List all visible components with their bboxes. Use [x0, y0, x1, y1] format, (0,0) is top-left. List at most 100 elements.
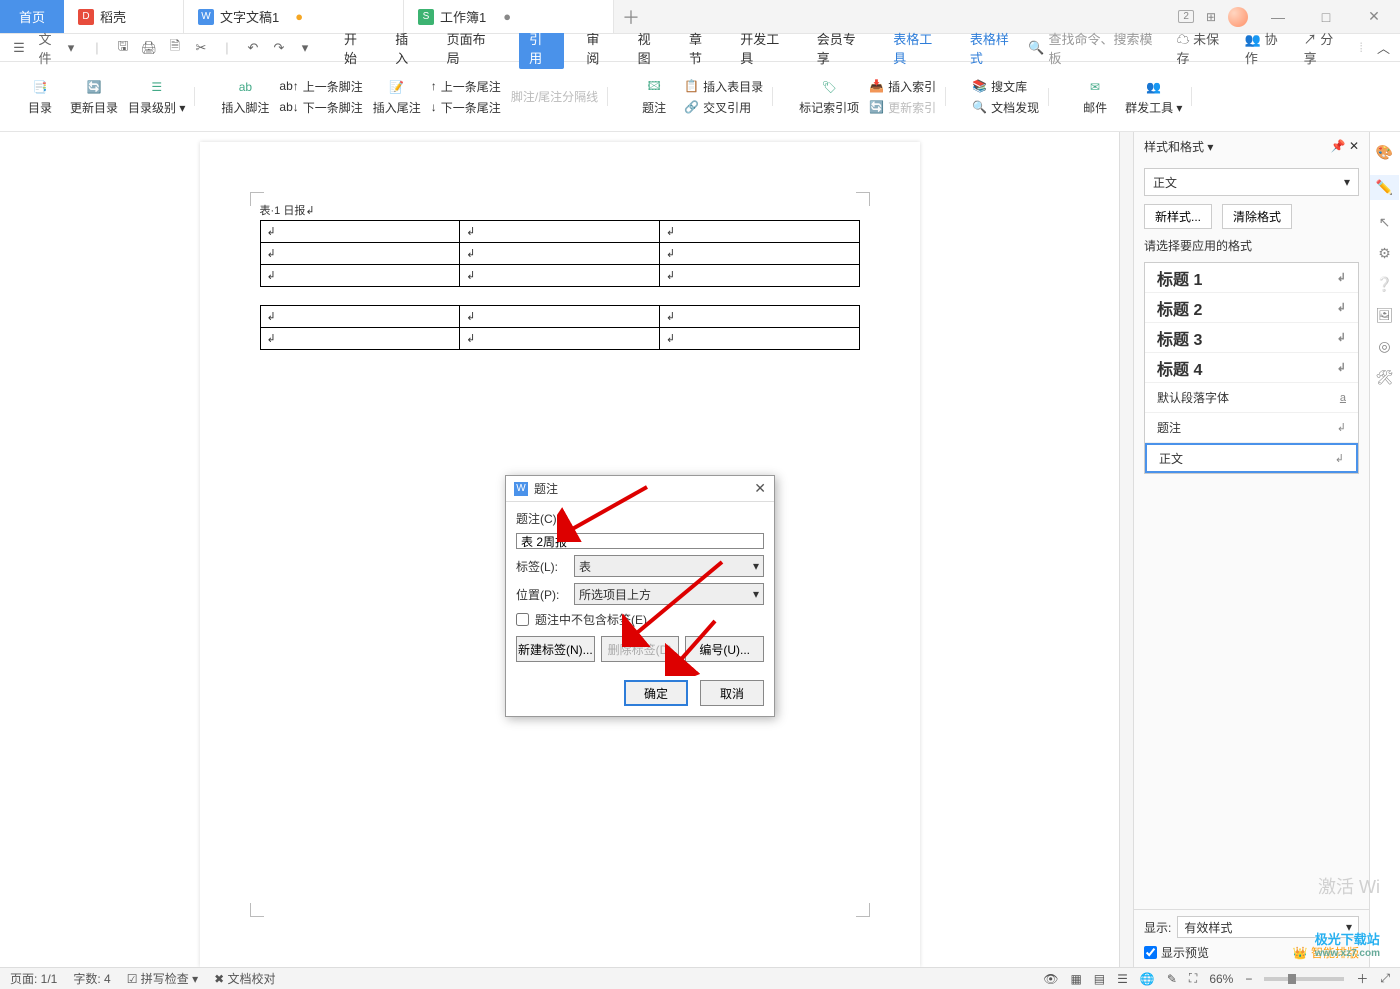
style-heading4[interactable]: 标题 4↲ [1145, 353, 1358, 383]
new-style-button[interactable]: 新样式... [1144, 204, 1212, 229]
close-button[interactable]: ✕ [1356, 8, 1392, 25]
tab-doc1[interactable]: W 文字文稿1 ● [184, 0, 404, 33]
fn-separator-button[interactable]: 脚注/尾注分隔线 [511, 88, 598, 105]
table1[interactable]: ↲↲↲ ↲↲↲ ↲↲↲ [260, 220, 860, 287]
paint-icon[interactable]: 🎨 [1376, 144, 1393, 161]
tag-select[interactable]: 表▾ [574, 555, 764, 577]
zoom-in-button[interactable]: ＋ [1356, 970, 1368, 987]
style-default-font[interactable]: 默认段落字体a [1145, 383, 1358, 413]
menu-icon[interactable]: ☰ [10, 40, 28, 56]
image-icon[interactable]: 🖼 [1376, 307, 1394, 324]
crossref-button[interactable]: 🔗交叉引用 [684, 99, 763, 116]
zoom-out-button[interactable]: − [1245, 972, 1252, 986]
doc-discover-button[interactable]: 🔍文档发现 [972, 99, 1039, 116]
exclude-label-checkbox[interactable]: 题注中不包含标签(E) [516, 611, 764, 628]
grid-icon[interactable]: ⊞ [1206, 10, 1216, 24]
cancel-button[interactable]: 取消 [700, 680, 764, 706]
save-icon[interactable]: 🖫 [114, 37, 132, 59]
prev-endnote-button[interactable]: ↑上一条尾注 [431, 78, 501, 95]
tab-doc2[interactable]: S 工作簿1 ● [404, 0, 614, 33]
eye-icon[interactable]: 👁 [1043, 972, 1058, 986]
caption-button[interactable]: 🖾题注 [634, 77, 674, 116]
menu-dev[interactable]: 开发工具 [736, 27, 795, 69]
cursor-icon[interactable]: ↖ [1379, 214, 1391, 231]
insert-table-toc-button[interactable]: 📋插入表目录 [684, 78, 763, 95]
current-style-select[interactable]: 正文▾ [1144, 168, 1359, 196]
zoom-fit-icon[interactable]: ⛶ [1189, 971, 1197, 986]
search-library-button[interactable]: 📚搜文库 [972, 78, 1039, 95]
mark-index-button[interactable]: 🏷标记索引项 [799, 77, 859, 116]
style-heading3[interactable]: 标题 3↲ [1145, 323, 1358, 353]
undo-icon[interactable]: ↶ [244, 40, 262, 56]
group-send-button[interactable]: 👥群发工具 ▾ [1125, 77, 1182, 116]
command-search[interactable]: 🔍 查找命令、搜索模板 [1028, 29, 1162, 67]
caption-input[interactable] [516, 533, 764, 549]
clear-format-button[interactable]: 清除格式 [1222, 204, 1292, 229]
menu-view[interactable]: 视图 [634, 27, 667, 69]
pencil-icon[interactable]: ✏️ [1370, 175, 1399, 200]
proofread-button[interactable]: ✖ 文档校对 [214, 970, 275, 987]
insert-endnote-button[interactable]: 📝插入尾注 [373, 77, 421, 116]
preview-icon[interactable]: 🗎 [166, 37, 184, 59]
unsaved-indicator[interactable]: ☁ 未保存 [1176, 29, 1230, 67]
menu-chapter[interactable]: 章节 [685, 27, 718, 69]
style-heading1[interactable]: 标题 1↲ [1145, 263, 1358, 293]
position-select[interactable]: 所选项目上方▾ [574, 583, 764, 605]
spellcheck-toggle[interactable]: ☑ 拼写检查 ▾ [127, 970, 198, 987]
menu-vip[interactable]: 会员专享 [813, 27, 872, 69]
collab-button[interactable]: 👥 协作 [1245, 29, 1290, 67]
view-mode-page-icon[interactable]: ▦ [1070, 972, 1081, 986]
dialog-titlebar[interactable]: W 题注 ✕ [506, 476, 774, 502]
vertical-scrollbar[interactable] [1119, 132, 1133, 967]
toc-level-button[interactable]: ☰目录级别 ▾ [128, 77, 185, 116]
file-dropdown-icon[interactable]: ▾ [62, 40, 80, 56]
profile-avatar[interactable] [1228, 7, 1248, 27]
zoom-value[interactable]: 66% [1209, 972, 1233, 986]
view-mode-read-icon[interactable]: ▤ [1094, 972, 1105, 986]
prev-footnote-button[interactable]: ab↑上一条脚注 [279, 78, 362, 95]
panel-close-icon[interactable]: ✕ [1349, 139, 1359, 153]
page-status[interactable]: 页面: 1/1 [10, 970, 57, 987]
tab-daoqiao[interactable]: D 稻壳 [64, 0, 184, 33]
new-tag-button[interactable]: 新建标签(N)... [516, 636, 595, 662]
document-area[interactable]: 表·1 日报↲ ↲↲↲ ↲↲↲ ↲↲↲ ↲↲↲ ↲↲↲ W 题注 ✕ 题注(C)… [0, 132, 1119, 967]
redo-icon[interactable]: ↷ [270, 40, 288, 56]
edit-mode-icon[interactable]: ✎ [1167, 972, 1177, 986]
next-footnote-button[interactable]: ab↓下一条脚注 [279, 99, 362, 116]
tab-close-icon[interactable]: ● [500, 9, 514, 24]
view-mode-web-icon[interactable]: 🌐 [1140, 972, 1155, 986]
ribbon-collapse-icon[interactable]: ︿ [1377, 38, 1390, 57]
styles-panel-title[interactable]: 样式和格式 ▾ [1144, 138, 1213, 155]
mail-button[interactable]: ✉邮件 [1075, 77, 1115, 116]
exclude-checkbox-input[interactable] [516, 613, 529, 626]
print-icon[interactable]: 🖨 [140, 40, 158, 56]
table2[interactable]: ↲↲↲ ↲↲↲ [260, 305, 860, 350]
file-menu[interactable]: 文件 [36, 29, 54, 67]
share-button[interactable]: ↗ 分享 [1304, 29, 1346, 67]
view-mode-outline-icon[interactable]: ☰ [1117, 972, 1128, 986]
word-count[interactable]: 字数: 4 [73, 970, 110, 987]
cut-icon[interactable]: ✂ [192, 40, 210, 56]
target-icon[interactable]: ◎ [1378, 338, 1390, 355]
minimize-button[interactable]: — [1260, 9, 1296, 25]
tool-icon[interactable]: 🛠 [1376, 369, 1394, 386]
update-index-button[interactable]: 🔄更新索引 [869, 99, 936, 116]
ok-button[interactable]: 确定 [624, 680, 688, 706]
numbering-button[interactable]: 编号(U)... [685, 636, 764, 662]
style-heading2[interactable]: 标题 2↲ [1145, 293, 1358, 323]
insert-index-button[interactable]: 📥插入索引 [869, 78, 936, 95]
help-icon[interactable]: ❔ [1376, 276, 1393, 293]
toc-button[interactable]: 📑目录 [20, 77, 60, 116]
fullscreen-icon[interactable]: ⤢ [1380, 971, 1390, 986]
menu-table-style[interactable]: 表格样式 [966, 27, 1025, 69]
settings-icon[interactable]: ⚙ [1378, 245, 1391, 262]
menu-table-tool[interactable]: 表格工具 [889, 27, 948, 69]
maximize-button[interactable]: □ [1308, 9, 1344, 25]
show-preview-checkbox[interactable]: 显示预览 [1144, 944, 1209, 961]
update-toc-button[interactable]: 🔄更新目录 [70, 77, 118, 116]
style-body-selected[interactable]: 正文↲ [1145, 443, 1358, 473]
style-caption[interactable]: 题注↲ [1145, 413, 1358, 443]
insert-footnote-button[interactable]: ab插入脚注 [221, 77, 269, 116]
tab-home[interactable]: 首页 [0, 0, 64, 33]
dialog-close-button[interactable]: ✕ [754, 480, 766, 497]
